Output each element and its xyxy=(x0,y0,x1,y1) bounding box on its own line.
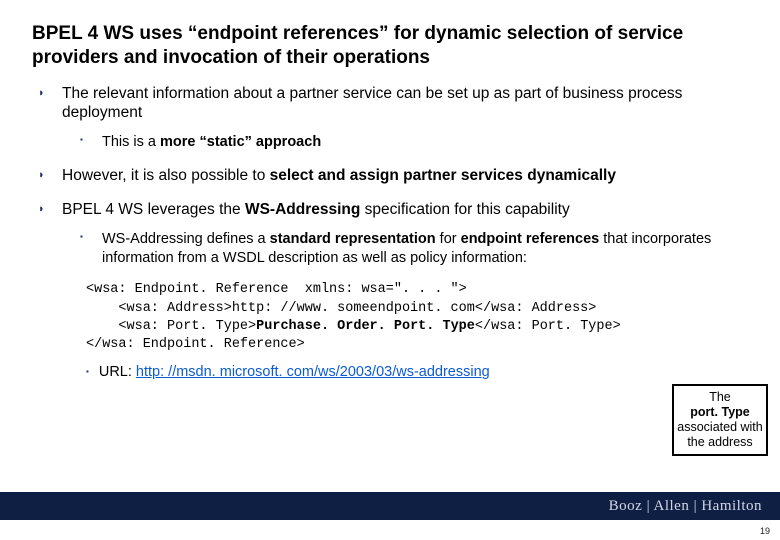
square-bullet-icon: ▪ xyxy=(86,367,89,376)
callout-box: The port. Type associated with the addre… xyxy=(672,384,768,456)
code-l3b: Purchase. Order. Port. Type xyxy=(256,319,475,334)
bullet-list: The relevant information about a partner… xyxy=(32,84,762,268)
footer-bar: Booz | Allen | Hamilton xyxy=(0,492,780,520)
b3s1-a: WS-Addressing defines a xyxy=(102,231,270,247)
b3s1-b: standard representation xyxy=(270,231,436,247)
slide: BPEL 4 WS uses “endpoint references” for… xyxy=(0,0,780,540)
bullet-3-sub-1: WS-Addressing defines a standard represe… xyxy=(98,230,762,268)
url-line: ▪ URL: http: //msdn. microsoft. com/ws/2… xyxy=(32,364,762,380)
callout-b: port. Type xyxy=(690,405,750,419)
bullet-2: However, it is also possible to select a… xyxy=(56,166,762,186)
b3-bold: WS-Addressing xyxy=(245,201,360,218)
callout-c: associated with the address xyxy=(677,420,762,449)
b2-bold: select and assign partner services dynam… xyxy=(270,167,616,184)
url-label: URL: xyxy=(99,364,136,380)
bullet-3: BPEL 4 WS leverages the WS-Addressing sp… xyxy=(56,200,762,268)
bullet-3-sublist: WS-Addressing defines a standard represe… xyxy=(62,230,762,268)
b1s1-pre: This is a xyxy=(102,134,160,150)
code-l3c: </wsa: Port. Type> xyxy=(475,319,621,334)
bullet-1-text: The relevant information about a partner… xyxy=(62,85,682,122)
code-block: <wsa: Endpoint. Reference xmlns: wsa=". … xyxy=(86,281,762,354)
slide-title: BPEL 4 WS uses “endpoint references” for… xyxy=(32,22,762,70)
callout-a: The xyxy=(709,390,731,404)
footer-brand: Booz | Allen | Hamilton xyxy=(609,498,762,515)
b2-pre: However, it is also possible to xyxy=(62,167,270,184)
code-l3a: <wsa: Port. Type> xyxy=(86,319,256,334)
bullet-1-sub-1: This is a more “static” approach xyxy=(98,133,762,152)
b1s1-bold: more “static” approach xyxy=(160,134,321,150)
b3-pre: BPEL 4 WS leverages the xyxy=(62,201,245,218)
ws-addressing-link[interactable]: http: //msdn. microsoft. com/ws/2003/03/… xyxy=(136,364,490,380)
code-l1: <wsa: Endpoint. Reference xmlns: wsa=". … xyxy=(86,282,467,297)
code-l4: </wsa: Endpoint. Reference> xyxy=(86,337,305,352)
page-number: 19 xyxy=(760,526,770,536)
bullet-1: The relevant information about a partner… xyxy=(56,84,762,153)
b3s1-d: endpoint references xyxy=(461,231,600,247)
code-l2: <wsa: Address>http: //www. someendpoint.… xyxy=(86,301,596,316)
bullet-1-sublist: This is a more “static” approach xyxy=(62,133,762,152)
b3-post: specification for this capability xyxy=(360,201,569,218)
b3s1-c: for xyxy=(436,231,461,247)
